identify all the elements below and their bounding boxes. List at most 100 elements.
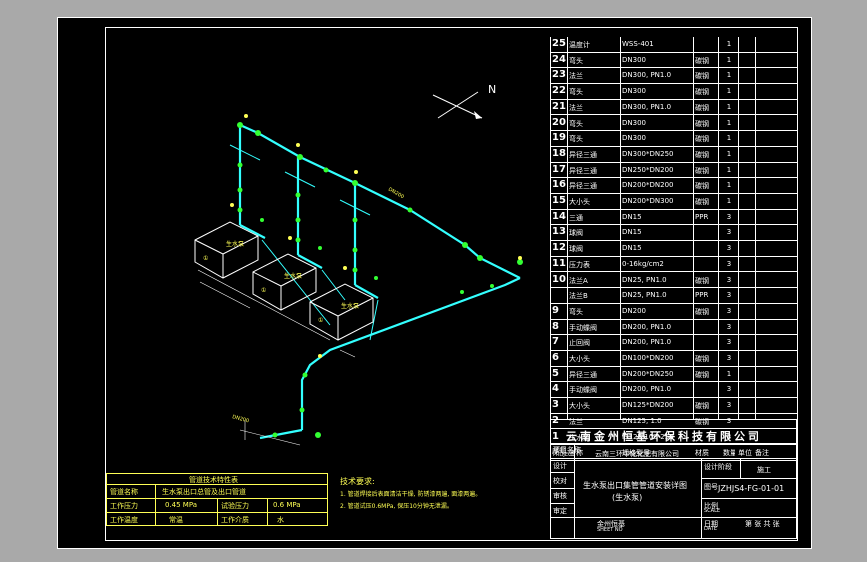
drawing-no: JZHJS4-FG-01-01 [718,484,785,493]
bom-cell-name: 大小头 [569,198,590,206]
bom-cell-spec: DN300 [622,134,646,143]
bom-cell-spec: DN25, PN1.0 [622,275,667,284]
stage-value: 施工 [757,466,771,474]
bom-cell-mat: 碳钢 [695,88,709,97]
bom-cell-qty: 3 [726,244,732,253]
project-sub: PROJECT [553,452,575,458]
spec-r1c2: 生水泵出口总管及出口管道 [162,488,246,496]
bom-row: 12 球阀 DN15 3 [550,241,797,257]
bom-row: 5 异径三通 DN200*DN250 碳钢 1 [550,367,797,383]
bom-row: 10 法兰A DN25, PN1.0 碳钢 3 [550,273,797,289]
bom-cell-spec: DN15 [622,212,642,221]
bom-cell-qty: 1 [726,197,732,205]
bom-cell-qty: 3 [726,259,732,268]
bom-row: 4 手动蝶阀 DN200, PN1.0 3 [550,382,797,399]
bom-cell-spec: DN200 [622,306,646,315]
bom-cell-name: 弯头 [569,135,583,144]
bom-cell-no: 11 [552,257,566,269]
bom-row: 24 弯头 DN300 碳钢 1 [550,53,797,69]
bom-cell-no: 7 [552,336,559,348]
bom-cell-name: 球阀 [569,229,583,238]
check-label: 校对 [553,477,567,485]
bom-cell-spec: DN300, PN1.0 [622,71,672,80]
bom-cell-spec: DN200, PN1.0 [622,322,672,331]
bom-cell-name: 弯头 [569,307,583,316]
bom-cell-qty: 3 [726,338,732,347]
bom-cell-name: 手动蝶阀 [569,386,597,395]
bom-cell-qty: 3 [726,291,732,300]
bom-cell-no: 19 [552,132,566,144]
bom-cell-name: 压力表 [569,260,590,269]
bom-cell-mat: 碳钢 [695,166,709,175]
dimension-lines [197,269,356,446]
bom-cell-qty: 3 [726,385,732,394]
review-label: 审核 [553,492,567,500]
bom-cell-no: 23 [552,69,566,81]
fitting-markers [237,122,523,438]
bom-cell-qty: 1 [726,55,732,64]
bom-cell-no: 18 [552,147,566,159]
main-header-pipe [238,123,521,440]
bom-cell-mat: 碳钢 [695,355,709,363]
bom-cell-name: 异径三通 [569,166,597,175]
bom-cell-name: 异径三通 [569,150,597,159]
notes-line-2: 2. 管道试压0.6MPa, 保压10分钟无泄漏。 [340,503,453,510]
bom-cell-no: 12 [552,242,566,254]
bom-cell-no: 24 [552,53,566,65]
bom-cell-no: 9 [552,304,559,316]
bom-row: 18 异径三通 DN300*DN250 碳钢 1 [550,147,797,163]
bom-cell-qty: 3 [726,401,732,410]
bom-row: 16 异径三通 DN200*DN200 碳钢 1 [550,178,797,194]
bom-cell-mat: 碳钢 [695,402,709,411]
bom-cell-qty: 3 [726,354,732,362]
approve-label: 审定 [553,507,567,515]
bom-cell-qty: 1 [726,87,732,96]
bom-cell-qty: 1 [726,134,732,143]
scale-value: SCALE [704,508,721,514]
spec-r3c1: 工作温度 [110,516,138,524]
bom-row: 法兰B DN25, PN1.0 PPR 3 [550,288,797,304]
bom-cell-no: 4 [552,383,559,395]
bom-cell-mat: 碳钢 [695,135,709,144]
bom-cell-spec: DN200, PN1.0 [622,338,672,347]
bom-cell-name: 弯头 [569,56,583,65]
sheet-sub: SHEET NO [597,527,623,533]
bom-cell-spec: DN300 [622,55,646,64]
pipe-spec-table: 管道技术特性表 管道名称 生水泵出口总管及出口管道 工作压力 0.45 MPa … [106,473,328,526]
bom-cell-spec: DN200*DN200 [622,181,674,190]
bom-cell-mat: 碳钢 [695,72,709,81]
bom-cell-no: 20 [552,116,566,128]
bom-cell-spec: DN200*DN250 [622,369,674,378]
bom-row: 13 球阀 DN15 3 [550,225,797,242]
bom-row: 11 压力表 0-16kg/cm2 3 [550,257,797,273]
bom-cell-mat: 碳钢 [695,119,709,128]
bom-cell-no: 14 [552,210,566,222]
bom-cell-mat: 碳钢 [695,307,709,316]
bom-cell-spec: 0-16kg/cm2 [622,259,664,268]
bom-row: 14 三通 DN15 PPR 3 [550,210,797,226]
spec-r2c4: 0.6 MPa [273,501,301,509]
bom-cell-spec: DN15 [622,228,642,237]
pump-label-1: 生水泵 [226,240,244,248]
bom-cell-qty: 3 [726,212,732,221]
bom-cell-mat: 碳钢 [695,182,709,191]
bom-cell-name: 异径三通 [569,182,597,191]
bom-cell-name: 温度计 [569,41,590,49]
bom-row: 8 手动蝶阀 DN200, PN1.0 3 [550,320,797,336]
bom-cell-mat: 碳钢 [695,198,709,206]
pump-boxes [194,221,374,341]
stage-label: 设计阶段 [704,463,732,471]
bom-cell-qty: 1 [726,71,732,80]
bom-cell-spec: DN200*DN300 [622,197,674,205]
bom-cell-spec: DN250*DN200 [622,165,674,174]
notes-title: 技术要求: [340,477,375,486]
bom-cell-name: 三通 [569,213,583,222]
sheet-label: 第 张 共 张 [745,520,780,528]
bom-cell-no: 25 [552,38,566,49]
bom-cell-spec: DN15 [622,244,642,253]
bom-cell-spec: DN200, PN1.0 [622,385,672,394]
bom-cell-qty: 1 [726,181,732,190]
bom-cell-no: 15 [552,195,566,206]
bom-cell-qty: 1 [726,118,732,127]
bom-cell-name: 大小头 [569,402,590,411]
